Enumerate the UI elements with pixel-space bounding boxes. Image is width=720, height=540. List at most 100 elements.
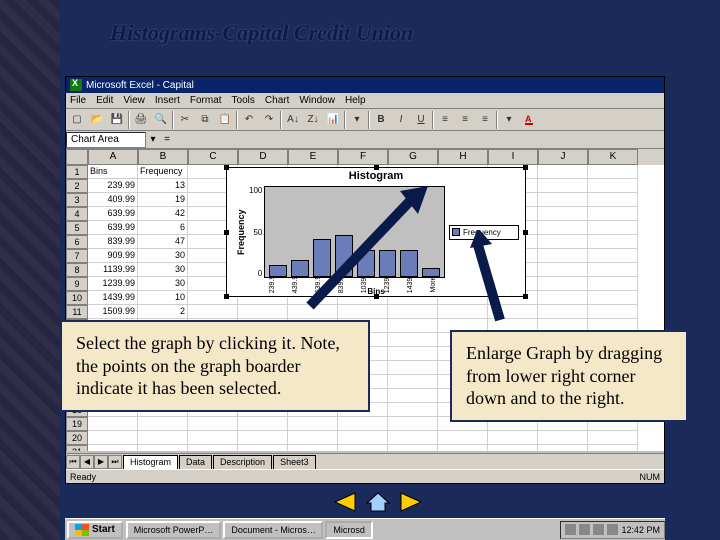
name-box[interactable]: Chart Area — [66, 132, 146, 148]
underline-button[interactable]: U — [412, 111, 430, 129]
tab-prev-icon[interactable]: ◀ — [80, 455, 94, 469]
tray-icon[interactable] — [565, 524, 576, 535]
cell[interactable]: 19 — [138, 193, 188, 207]
open-icon[interactable]: 📂 — [88, 111, 106, 129]
cell[interactable] — [438, 431, 488, 445]
cell[interactable]: 42 — [138, 207, 188, 221]
chart-wizard-icon[interactable]: 📊 — [324, 111, 342, 129]
save-icon[interactable]: 💾 — [108, 111, 126, 129]
paste-icon[interactable]: 📋 — [216, 111, 234, 129]
cell[interactable] — [538, 165, 588, 179]
start-button[interactable]: Start — [67, 521, 123, 539]
menu-format[interactable]: Format — [190, 95, 222, 106]
copy-icon[interactable]: ⧉ — [196, 111, 214, 129]
tray-icon[interactable] — [579, 524, 590, 535]
row-header[interactable]: 4 — [66, 207, 88, 221]
cell[interactable] — [538, 431, 588, 445]
cut-icon[interactable]: ✂ — [176, 111, 194, 129]
bold-button[interactable]: B — [372, 111, 390, 129]
sheet-tab-data[interactable]: Data — [179, 455, 212, 469]
tray-icon[interactable] — [607, 524, 618, 535]
cell[interactable]: 639.99 — [88, 207, 138, 221]
cell[interactable]: 1239.99 — [88, 277, 138, 291]
home-button[interactable] — [364, 490, 392, 514]
task-powerpoint[interactable]: Microsoft PowerP… — [126, 521, 222, 539]
sheet-tab-histogram[interactable]: Histogram — [123, 455, 178, 469]
cell[interactable] — [538, 235, 588, 249]
menu-help[interactable]: Help — [345, 95, 366, 106]
cell[interactable] — [388, 375, 438, 389]
redo-icon[interactable]: ↷ — [260, 111, 278, 129]
align-right-icon[interactable]: ≡ — [476, 111, 494, 129]
tab-last-icon[interactable]: ⏭ — [108, 455, 122, 469]
row-header[interactable]: 10 — [66, 291, 88, 305]
col-header[interactable]: I — [488, 149, 538, 165]
cell[interactable] — [538, 221, 588, 235]
select-all-corner[interactable] — [66, 149, 88, 165]
cell[interactable] — [388, 445, 438, 451]
cell[interactable] — [388, 333, 438, 347]
align-center-icon[interactable]: ≡ — [456, 111, 474, 129]
cell[interactable] — [88, 445, 138, 451]
resize-handle[interactable] — [224, 230, 229, 235]
col-header[interactable]: C — [188, 149, 238, 165]
cell[interactable] — [338, 445, 388, 451]
cell[interactable] — [388, 319, 438, 333]
cell[interactable] — [338, 431, 388, 445]
cell[interactable] — [388, 403, 438, 417]
menu-window[interactable]: Window — [299, 95, 335, 106]
cell[interactable] — [238, 417, 288, 431]
cell[interactable] — [488, 445, 538, 451]
cell[interactable] — [188, 445, 238, 451]
sort-asc-icon[interactable]: A↓ — [284, 111, 302, 129]
col-header[interactable]: B — [138, 149, 188, 165]
cell[interactable]: 1139.99 — [88, 263, 138, 277]
cell[interactable] — [138, 445, 188, 451]
cell[interactable]: 1439.99 — [88, 291, 138, 305]
row-header[interactable]: 9 — [66, 277, 88, 291]
cell[interactable] — [588, 207, 638, 221]
cell[interactable]: 10 — [138, 291, 188, 305]
cell[interactable] — [538, 249, 588, 263]
col-header[interactable]: A — [88, 149, 138, 165]
prev-slide-button[interactable] — [330, 490, 358, 514]
cell[interactable] — [388, 417, 438, 431]
tab-next-icon[interactable]: ▶ — [94, 455, 108, 469]
cell[interactable] — [438, 445, 488, 451]
cell[interactable] — [588, 291, 638, 305]
cell[interactable]: 639.99 — [88, 221, 138, 235]
undo-icon[interactable]: ↶ — [240, 111, 258, 129]
cell[interactable] — [588, 305, 638, 319]
row-header[interactable]: 20 — [66, 431, 88, 445]
row-header[interactable]: 8 — [66, 263, 88, 277]
cell[interactable]: 6 — [138, 221, 188, 235]
sort-desc-icon[interactable]: Z↓ — [304, 111, 322, 129]
cell[interactable]: 47 — [138, 235, 188, 249]
cell[interactable] — [588, 249, 638, 263]
cell[interactable] — [388, 389, 438, 403]
cell[interactable] — [288, 417, 338, 431]
sheet-tab-description[interactable]: Description — [213, 455, 272, 469]
zoom-dropdown[interactable]: ▾ — [348, 111, 366, 129]
cell[interactable]: 2 — [138, 305, 188, 319]
col-header[interactable]: J — [538, 149, 588, 165]
menu-insert[interactable]: Insert — [155, 95, 180, 106]
cell[interactable] — [188, 431, 238, 445]
cell[interactable] — [238, 445, 288, 451]
cell[interactable]: Bins — [88, 165, 138, 179]
preview-icon[interactable]: 🔍 — [152, 111, 170, 129]
task-excel[interactable]: Microsd — [325, 521, 373, 539]
cell[interactable] — [288, 431, 338, 445]
cell[interactable] — [88, 431, 138, 445]
next-slide-button[interactable] — [398, 490, 426, 514]
cell[interactable] — [588, 445, 638, 451]
task-word[interactable]: Document - Micros… — [223, 521, 323, 539]
cell[interactable] — [388, 431, 438, 445]
cell[interactable] — [288, 445, 338, 451]
new-icon[interactable]: ▢ — [68, 111, 86, 129]
cell[interactable] — [538, 277, 588, 291]
cell[interactable]: 409.99 — [88, 193, 138, 207]
cell[interactable]: 13 — [138, 179, 188, 193]
col-header[interactable]: G — [388, 149, 438, 165]
cell[interactable] — [538, 193, 588, 207]
